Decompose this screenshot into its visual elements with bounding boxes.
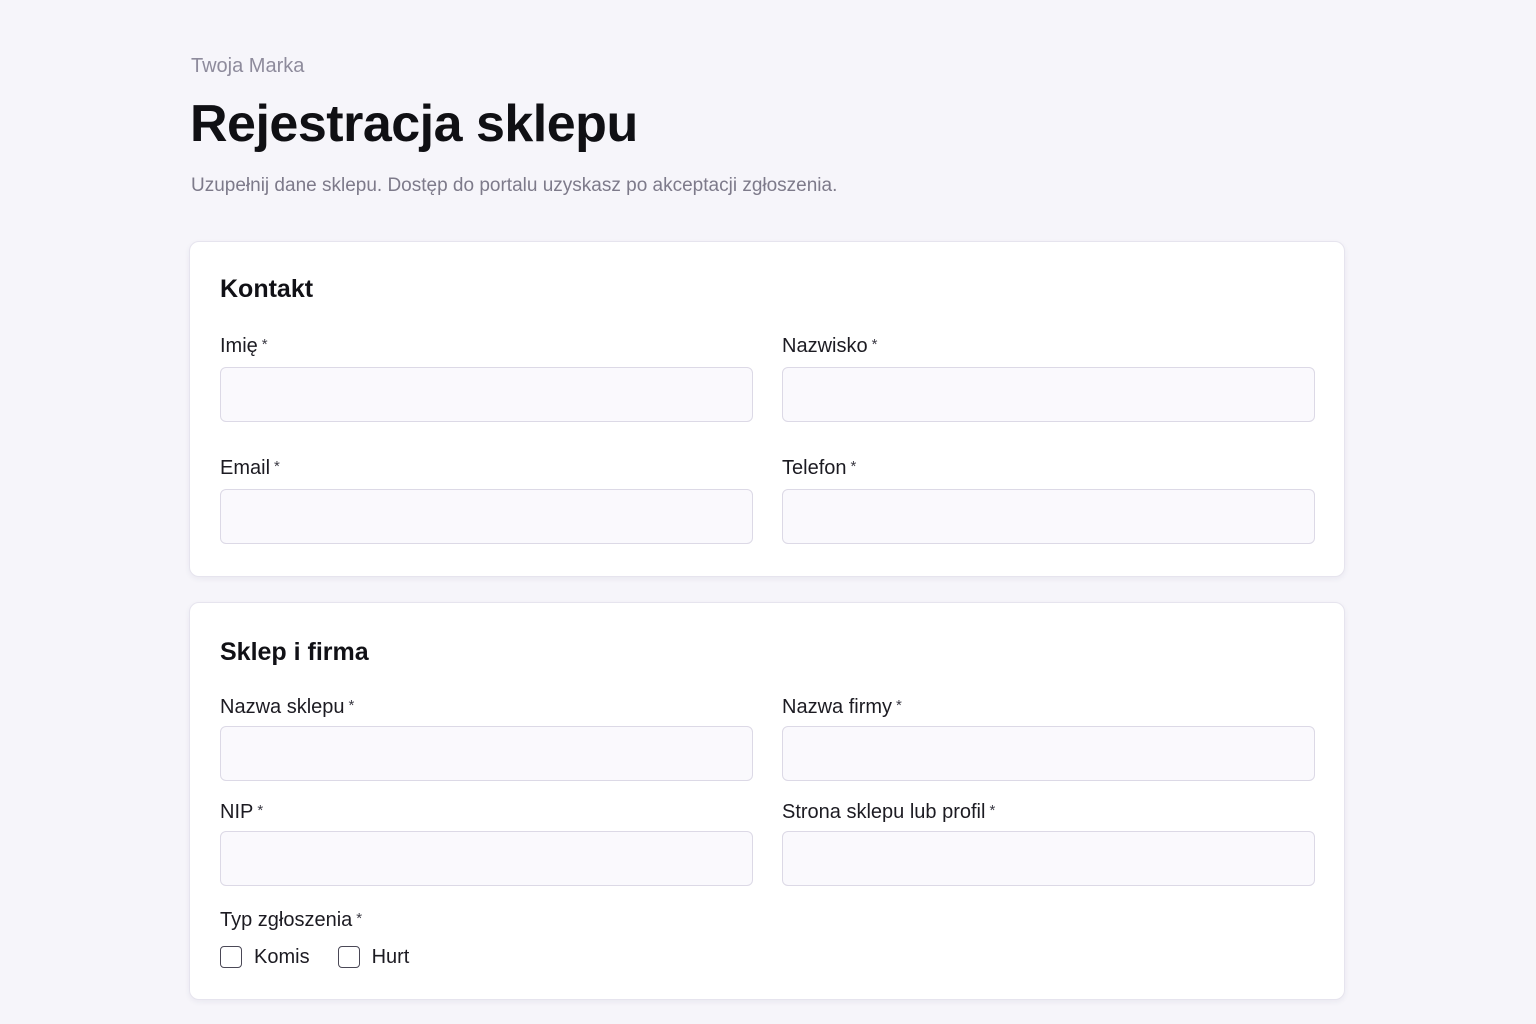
required-marker: * bbox=[989, 802, 996, 819]
company-name-label: Nazwa firmy * bbox=[782, 695, 902, 719]
shop-section-title: Sklep i firma bbox=[220, 638, 369, 666]
company-name-label-text: Nazwa firmy bbox=[782, 696, 893, 718]
request-type-options: Komis Hurt bbox=[220, 943, 437, 971]
last-name-input[interactable] bbox=[782, 367, 1315, 422]
komis-checkbox[interactable] bbox=[220, 946, 242, 968]
last-name-label: Nazwisko * bbox=[782, 334, 877, 358]
contact-section-card: Kontakt Imię * Nazwisko * Email * Telefon * bbox=[189, 241, 1345, 577]
nip-input[interactable] bbox=[220, 831, 753, 886]
nip-label: NIP * bbox=[220, 800, 263, 824]
required-marker: * bbox=[261, 336, 268, 353]
shop-name-input[interactable] bbox=[220, 726, 753, 781]
request-type-label-text: Typ zgłoszenia bbox=[220, 909, 353, 931]
email-input[interactable] bbox=[220, 489, 753, 544]
request-type-option-hurt[interactable]: Hurt bbox=[337, 945, 410, 969]
request-type-option-komis[interactable]: Komis bbox=[220, 945, 310, 969]
shop-name-label-text: Nazwa sklepu bbox=[220, 696, 345, 718]
phone-label-text: Telefon bbox=[782, 457, 847, 479]
first-name-label: Imię * bbox=[220, 334, 268, 358]
page-title: Rejestracja sklepu bbox=[190, 95, 638, 153]
company-name-input[interactable] bbox=[782, 726, 1315, 781]
email-label: Email * bbox=[220, 456, 280, 480]
first-name-label-text: Imię bbox=[220, 335, 258, 357]
shop-name-label: Nazwa sklepu * bbox=[220, 695, 354, 719]
required-marker: * bbox=[356, 910, 363, 927]
website-label: Strona sklepu lub profil * bbox=[782, 800, 995, 824]
shop-section-card: Sklep i firma Nazwa sklepu * Nazwa firmy *… bbox=[189, 602, 1345, 1000]
last-name-label-text: Nazwisko bbox=[782, 335, 868, 357]
page-subtitle: Uzupełnij dane sklepu. Dostęp do portalu… bbox=[191, 175, 838, 196]
website-input[interactable] bbox=[782, 831, 1315, 886]
required-marker: * bbox=[274, 458, 280, 475]
contact-section-title: Kontakt bbox=[220, 275, 314, 303]
website-label-text: Strona sklepu lub profil bbox=[782, 801, 986, 823]
phone-label: Telefon * bbox=[782, 456, 856, 480]
first-name-input[interactable] bbox=[220, 367, 753, 422]
brand-name: Twoja Marka bbox=[191, 55, 305, 77]
required-marker: * bbox=[896, 697, 902, 714]
phone-input[interactable] bbox=[782, 489, 1315, 544]
required-marker: * bbox=[257, 802, 264, 819]
email-label-text: Email bbox=[220, 457, 271, 479]
request-type-label: Typ zgłoszenia * bbox=[220, 908, 362, 932]
nip-label-text: NIP bbox=[220, 801, 254, 823]
required-marker: * bbox=[871, 336, 878, 353]
required-marker: * bbox=[850, 458, 857, 475]
hurt-checkbox[interactable] bbox=[337, 946, 360, 968]
required-marker: * bbox=[348, 697, 355, 714]
hurt-checkbox-label: Hurt bbox=[371, 946, 410, 968]
komis-checkbox-label: Komis bbox=[254, 946, 310, 968]
